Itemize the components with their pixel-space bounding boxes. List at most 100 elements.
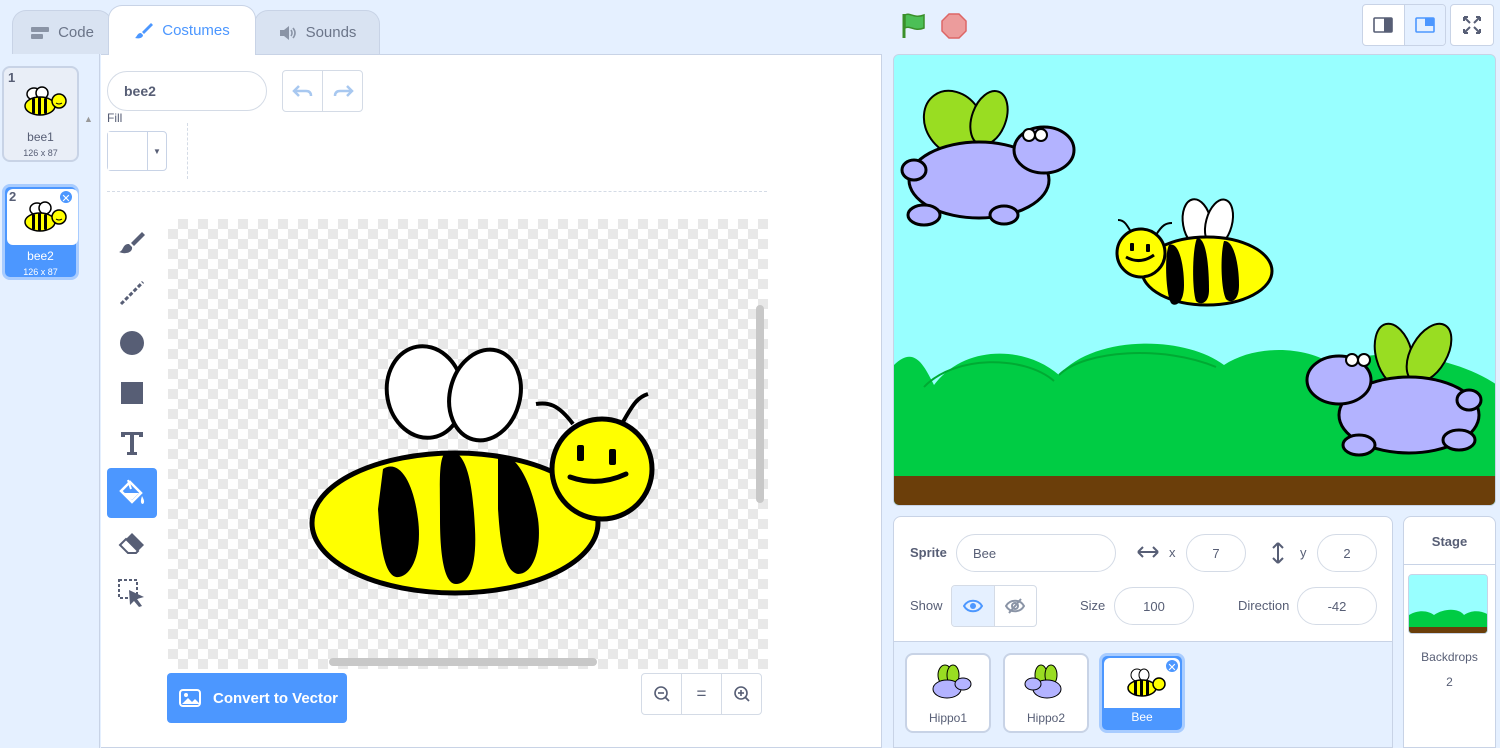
stage-canvas[interactable] bbox=[893, 54, 1496, 506]
undo-icon bbox=[291, 85, 312, 97]
costume-number: 2 bbox=[9, 189, 17, 204]
zoom-out-button[interactable] bbox=[642, 674, 681, 714]
small-stage-button[interactable] bbox=[1363, 5, 1404, 45]
fill-label: Fill bbox=[107, 111, 123, 125]
costume-name-input[interactable]: bee2 bbox=[107, 71, 267, 111]
sprite-tile-bee[interactable]: ✕ Bee bbox=[1099, 653, 1185, 733]
code-icon bbox=[31, 26, 50, 39]
sprite-list: Hippo1 Hippo2 ✕ Bee bbox=[893, 642, 1393, 748]
zoom-reset-button[interactable]: = bbox=[681, 674, 721, 714]
dropdown-arrow-icon: ▼ bbox=[153, 146, 161, 156]
size-input[interactable]: 100 bbox=[1114, 587, 1194, 625]
backdrops-count: 2 bbox=[1446, 675, 1453, 689]
stage-scene bbox=[894, 55, 1495, 505]
convert-to-vector-button[interactable]: Convert to Vector bbox=[167, 673, 347, 723]
costume-dims: 126 x 87 bbox=[23, 148, 58, 158]
text-tool[interactable] bbox=[107, 418, 157, 468]
show-button[interactable] bbox=[952, 586, 995, 626]
fill-color-picker[interactable]: ▼ bbox=[107, 131, 167, 171]
y-label: y bbox=[1300, 545, 1307, 560]
backdrops-label: Backdrops bbox=[1421, 650, 1478, 664]
sprite-name: Hippo2 bbox=[1026, 711, 1066, 725]
rectangle-tool[interactable] bbox=[107, 368, 157, 418]
text-icon bbox=[121, 432, 143, 455]
convert-label: Convert to Vector bbox=[213, 689, 339, 707]
costume-list: ▲ 1 bee1 126 x 87 2 ✕ bee2 126 x 87 bbox=[0, 54, 100, 748]
select-icon bbox=[118, 579, 144, 607]
undo-button[interactable] bbox=[283, 71, 323, 111]
eye-icon bbox=[962, 599, 983, 613]
stop-icon[interactable] bbox=[940, 12, 968, 40]
vertical-scrollbar[interactable] bbox=[756, 305, 764, 503]
size-label: Size bbox=[1080, 598, 1106, 613]
divider bbox=[107, 191, 767, 192]
circle-tool[interactable] bbox=[107, 318, 157, 368]
small-stage-icon bbox=[1373, 17, 1394, 33]
stage-size-toggle bbox=[1362, 4, 1446, 46]
fullscreen-button[interactable] bbox=[1450, 4, 1494, 46]
costume-name: bee1 bbox=[27, 130, 54, 144]
eraser-icon bbox=[118, 533, 144, 554]
undo-redo-group bbox=[282, 70, 363, 112]
paint-editor: bee2 Fill ▼ Convert to Vector = bbox=[101, 54, 882, 748]
sprite-tile-hippo2[interactable]: Hippo2 bbox=[1003, 653, 1089, 733]
redo-button[interactable] bbox=[323, 71, 362, 111]
bee-thumbnail bbox=[24, 86, 67, 116]
hippo-thumbnail bbox=[932, 664, 972, 699]
sprite-info-panel: Sprite Bee x 7 y 2 Show Size 100 Directi… bbox=[893, 516, 1393, 642]
tab-sounds-label: Sounds bbox=[305, 24, 357, 41]
divider bbox=[187, 123, 188, 179]
scroll-up-arrow-icon[interactable]: ▲ bbox=[84, 114, 93, 124]
direction-label: Direction bbox=[1238, 598, 1290, 613]
tab-code[interactable]: Code bbox=[12, 10, 112, 54]
delete-sprite-icon[interactable]: ✕ bbox=[1164, 658, 1180, 674]
vertical-arrows-icon bbox=[1272, 542, 1284, 564]
sprite-label: Sprite bbox=[910, 545, 947, 560]
y-input[interactable]: 2 bbox=[1317, 534, 1377, 572]
sprite-name: Bee bbox=[1131, 710, 1153, 724]
large-stage-button[interactable] bbox=[1403, 5, 1445, 45]
sprite-name-input[interactable]: Bee bbox=[956, 534, 1116, 572]
zoom-in-icon bbox=[733, 686, 750, 702]
brush-tool[interactable] bbox=[107, 218, 157, 268]
circle-icon bbox=[120, 331, 144, 355]
tab-sounds[interactable]: Sounds bbox=[254, 10, 380, 54]
fill-bucket-icon bbox=[119, 479, 145, 504]
large-stage-icon bbox=[1414, 17, 1435, 33]
eraser-tool[interactable] bbox=[107, 518, 157, 568]
direction-input[interactable]: -42 bbox=[1297, 587, 1377, 625]
delete-costume-icon[interactable]: ✕ bbox=[58, 189, 74, 205]
show-label: Show bbox=[910, 598, 943, 613]
backdrop-thumbnail bbox=[1408, 574, 1488, 634]
costume-number: 1 bbox=[8, 70, 16, 85]
image-icon bbox=[179, 689, 201, 707]
costume-item-bee1[interactable]: 1 bee1 126 x 87 bbox=[2, 66, 79, 162]
tab-costumes-label: Costumes bbox=[162, 22, 230, 39]
bee-drawing bbox=[309, 344, 655, 596]
sprite-name: Hippo1 bbox=[928, 711, 968, 725]
select-tool[interactable] bbox=[107, 568, 157, 618]
sprite-tile-hippo1[interactable]: Hippo1 bbox=[905, 653, 991, 733]
zoom-controls: = bbox=[641, 673, 762, 715]
tab-code-label: Code bbox=[58, 24, 94, 41]
brush-icon bbox=[119, 232, 145, 254]
stage-selector[interactable]: Stage Backdrops 2 bbox=[1403, 516, 1496, 748]
visibility-toggle bbox=[951, 585, 1037, 627]
fill-tool[interactable] bbox=[107, 468, 157, 518]
backdrop-preview bbox=[1409, 575, 1487, 633]
redo-icon bbox=[333, 85, 354, 97]
costume-name: bee2 bbox=[27, 249, 54, 263]
zoom-in-button[interactable] bbox=[721, 674, 761, 714]
line-tool[interactable] bbox=[107, 268, 157, 318]
x-label: x bbox=[1169, 545, 1176, 560]
tab-costumes[interactable]: Costumes bbox=[108, 5, 256, 55]
hippo-thumbnail bbox=[1024, 664, 1062, 699]
horizontal-scrollbar[interactable] bbox=[329, 658, 597, 666]
costume-dims: 126 x 87 bbox=[23, 267, 58, 277]
hide-button[interactable] bbox=[995, 586, 1037, 626]
green-flag-icon[interactable] bbox=[900, 12, 928, 40]
costume-item-bee2[interactable]: 2 ✕ bee2 126 x 87 bbox=[2, 184, 79, 280]
drawing-canvas[interactable] bbox=[168, 219, 768, 669]
x-input[interactable]: 7 bbox=[1186, 534, 1246, 572]
eye-slash-icon bbox=[1005, 598, 1026, 614]
